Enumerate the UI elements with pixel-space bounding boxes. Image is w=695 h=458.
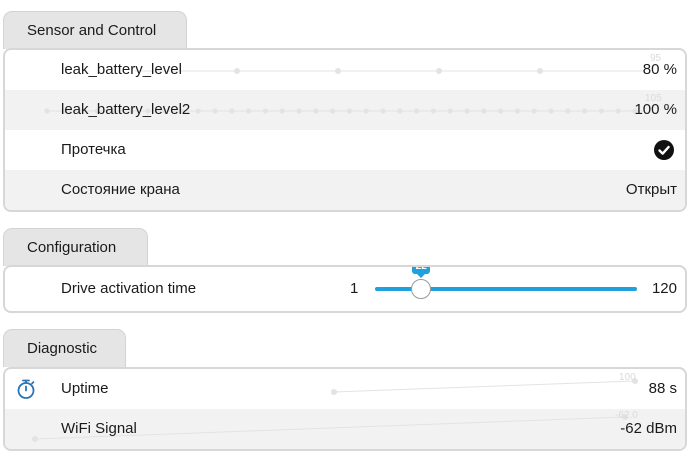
tab-configuration[interactable]: Configuration [3,228,148,266]
slider-row: Drive activation time 1 22 120 [5,267,685,311]
sensor-card: 95 leak_battery_level 80 % 105 leak_batt… [3,48,687,212]
configuration-card: Drive activation time 1 22 120 [3,265,687,313]
tab-label: Configuration [27,239,117,256]
row-value: -62 dBm [620,420,677,437]
slider-max-label: 120 [651,280,677,297]
row-value: 100 % [634,101,677,118]
row-value: 88 s [648,380,677,397]
slider-label: Drive activation time [61,280,197,297]
slider-min-label: 1 [350,280,359,297]
tab-sensor-and-control[interactable]: Sensor and Control [3,11,187,49]
list-item[interactable]: 105 leak_battery_level2 100 % [5,90,685,130]
tab-label: Diagnostic [27,340,98,357]
list-item[interactable]: Протечка [5,130,685,170]
row-label: Протечка [61,141,126,158]
diagnostic-card: 100 Uptime 88 s -62.0 WiFi Signal -62 dB… [3,367,687,451]
row-value: 80 % [642,61,677,78]
row-value: Открыт [625,181,677,198]
stopwatch-icon [15,378,37,400]
list-item[interactable]: Состояние крана Открыт [5,170,685,210]
slider-value-bubble: 22 [412,267,431,278]
list-item[interactable]: -62.0 WiFi Signal -62 dBm [5,409,685,449]
tab-label: Sensor and Control [27,22,157,39]
tab-diagnostic[interactable]: Diagnostic [3,329,126,367]
svg-text:100: 100 [619,372,636,383]
row-label: Состояние крана [61,181,180,198]
slider-thumb[interactable] [411,279,432,299]
list-item[interactable]: 100 Uptime 88 s [5,369,685,409]
check-circle-icon [654,140,674,160]
row-label: Uptime [61,380,109,397]
row-label: leak_battery_level2 [61,101,191,118]
list-item[interactable]: 95 leak_battery_level 80 % [5,50,685,90]
row-label: leak_battery_level [61,61,182,78]
row-label: WiFi Signal [61,420,137,437]
